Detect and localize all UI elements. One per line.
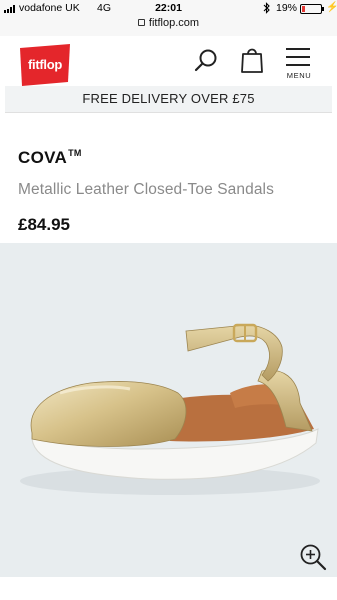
bluetooth-icon	[263, 2, 271, 17]
search-button[interactable]	[193, 48, 219, 74]
status-bar: vodafone UK 4G 22:01 19% ⚡ fitflop.com	[0, 0, 337, 36]
menu-button[interactable]: MENU	[284, 46, 314, 80]
bag-button[interactable]	[239, 46, 265, 74]
url-text: fitflop.com	[148, 17, 200, 29]
bottom-strip	[0, 577, 337, 600]
fitflop-logo[interactable]: fitflop	[18, 44, 72, 86]
status-row: vodafone UK 4G 22:01 19% ⚡	[0, 2, 337, 16]
site-header: fitflop MENU	[0, 36, 337, 86]
product-name: COVATM	[18, 148, 82, 168]
promo-banner[interactable]: FREE DELIVERY OVER £75	[5, 86, 332, 113]
battery-fill	[302, 6, 306, 12]
product-price: £84.95	[18, 215, 70, 234]
product-description: Metallic Leather Closed-Toe Sandals	[18, 181, 274, 198]
search-icon	[194, 49, 217, 72]
product-name-text: COVA	[18, 148, 68, 167]
url-bar[interactable]: fitflop.com	[0, 17, 337, 29]
battery-icon	[300, 4, 324, 14]
zoom-in-icon	[300, 544, 327, 571]
zoom-button[interactable]	[298, 542, 328, 572]
battery-percent: 19%	[276, 2, 298, 14]
product-image	[20, 323, 320, 495]
logo-text: fitflop	[28, 57, 62, 72]
bag-icon	[241, 48, 263, 73]
lock-icon	[137, 19, 145, 26]
menu-label: MENU	[286, 71, 312, 80]
promo-text: FREE DELIVERY OVER £75	[82, 91, 255, 106]
charging-icon: ⚡	[326, 2, 337, 13]
product-image-area[interactable]	[0, 243, 337, 577]
trademark-symbol: TM	[68, 148, 82, 158]
